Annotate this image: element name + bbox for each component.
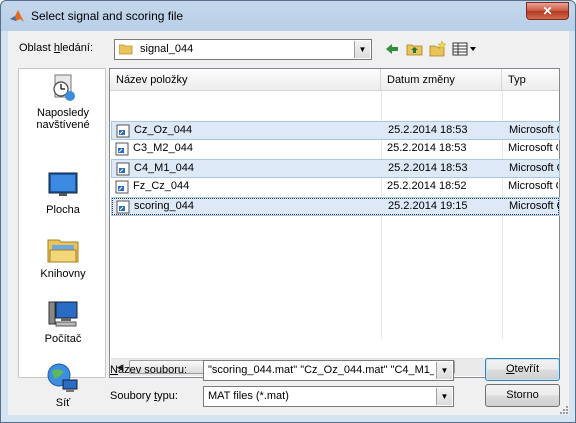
file-name: scoring_044 xyxy=(134,200,194,212)
table-row[interactable]: Cz_Oz_044 25.2.2014 18:53 Microsoft Offi… xyxy=(111,121,560,140)
filetype-select[interactable]: MAT files (*.mat) ▼ xyxy=(203,386,454,407)
file-date: 25.2.2014 18:52 xyxy=(387,180,467,192)
cancel-button[interactable]: Storno xyxy=(485,384,560,407)
table-row[interactable]: C4_M1_044 25.2.2014 18:53 Microsoft Offi… xyxy=(111,159,560,178)
file-name: C4_M1_044 xyxy=(134,162,194,174)
file-list[interactable]: Název položky Datum změny Typ Cz_Oz_044 … xyxy=(109,68,560,378)
table-row[interactable]: Fz_Cz_044 25.2.2014 18:52 Microsoft Offi… xyxy=(111,178,560,197)
resize-grip-icon[interactable] xyxy=(557,403,569,415)
file-date: 25.2.2014 18:53 xyxy=(387,142,467,154)
place-desktop[interactable]: Plocha xyxy=(19,168,107,216)
column-header-name[interactable]: Název položky xyxy=(110,69,381,91)
chevron-down-icon[interactable]: ▼ xyxy=(354,41,370,58)
network-icon xyxy=(47,363,78,392)
look-in-value: signal_044 xyxy=(140,43,194,55)
mat-file-icon xyxy=(116,162,130,176)
table-row[interactable]: scoring_044 25.2.2014 19:15 Microsoft Of… xyxy=(111,197,560,216)
filetype-value: MAT files (*.mat) xyxy=(208,390,289,402)
file-type: Microsoft Office xyxy=(508,142,558,154)
desktop-icon xyxy=(48,172,78,196)
computer-icon xyxy=(48,301,78,327)
file-type: Microsoft Office xyxy=(508,180,558,192)
file-type: Microsoft Office xyxy=(509,200,559,212)
mat-file-icon xyxy=(115,142,129,156)
places-bar: Naposledy navštívené Plocha Knihovny Poč… xyxy=(18,68,107,409)
close-button[interactable]: ✕ xyxy=(526,2,569,20)
up-folder-icon[interactable] xyxy=(406,40,424,58)
place-libraries[interactable]: Knihovny xyxy=(19,232,107,280)
filename-input[interactable]: "scoring_044.mat" "Cz_Oz_044.mat" "C4_M1… xyxy=(203,360,454,381)
window-title: Select signal and scoring file xyxy=(31,9,184,23)
file-name: C3_M2_044 xyxy=(133,142,193,154)
dialog-window: Select signal and scoring file ✕ Oblast … xyxy=(0,0,576,423)
chevron-down-icon[interactable]: ▼ xyxy=(436,362,452,379)
file-type: Microsoft Office xyxy=(509,162,559,174)
table-row[interactable]: C3_M2_044 25.2.2014 18:53 Microsoft Offi… xyxy=(111,140,560,159)
file-date: 25.2.2014 19:15 xyxy=(388,200,468,212)
filename-label: Název souboru: xyxy=(110,364,188,376)
new-folder-icon[interactable] xyxy=(429,40,447,58)
chevron-down-icon[interactable]: ▼ xyxy=(436,388,452,405)
file-date: 25.2.2014 18:53 xyxy=(388,124,468,136)
filetype-label: Soubory typu: xyxy=(110,390,178,402)
file-name: Cz_Oz_044 xyxy=(134,124,193,136)
file-name: Fz_Cz_044 xyxy=(133,180,190,192)
dialog-body: Oblast hledání: signal_044 ▼ Naposledy n… xyxy=(8,31,569,415)
file-date: 25.2.2014 18:53 xyxy=(388,162,468,174)
column-header-date[interactable]: Datum změny xyxy=(381,69,502,91)
place-recent[interactable]: Naposledy navštívené xyxy=(19,71,107,131)
place-computer[interactable]: Počítač xyxy=(19,297,107,345)
libraries-icon xyxy=(47,239,79,263)
mat-file-icon xyxy=(116,124,130,138)
mat-file-icon xyxy=(116,200,130,214)
file-type: Microsoft Office xyxy=(509,124,559,136)
open-button[interactable]: Otevřít xyxy=(485,358,560,381)
folder-icon xyxy=(119,44,133,55)
column-header-type[interactable]: Typ xyxy=(502,69,559,91)
mat-file-icon xyxy=(115,180,129,194)
look-in-label: Oblast hledání: xyxy=(19,42,94,54)
recent-places-icon xyxy=(53,74,75,101)
filename-value: "scoring_044.mat" "Cz_Oz_044.mat" "C4_M1… xyxy=(208,364,434,376)
title-bar[interactable]: Select signal and scoring file ✕ xyxy=(1,1,575,31)
views-menu-icon[interactable] xyxy=(452,40,478,58)
place-network[interactable]: Síť xyxy=(19,361,107,409)
back-icon[interactable] xyxy=(383,40,401,58)
look-in-combo[interactable]: signal_044 ▼ xyxy=(114,39,372,60)
matlab-logo-icon xyxy=(10,10,24,22)
